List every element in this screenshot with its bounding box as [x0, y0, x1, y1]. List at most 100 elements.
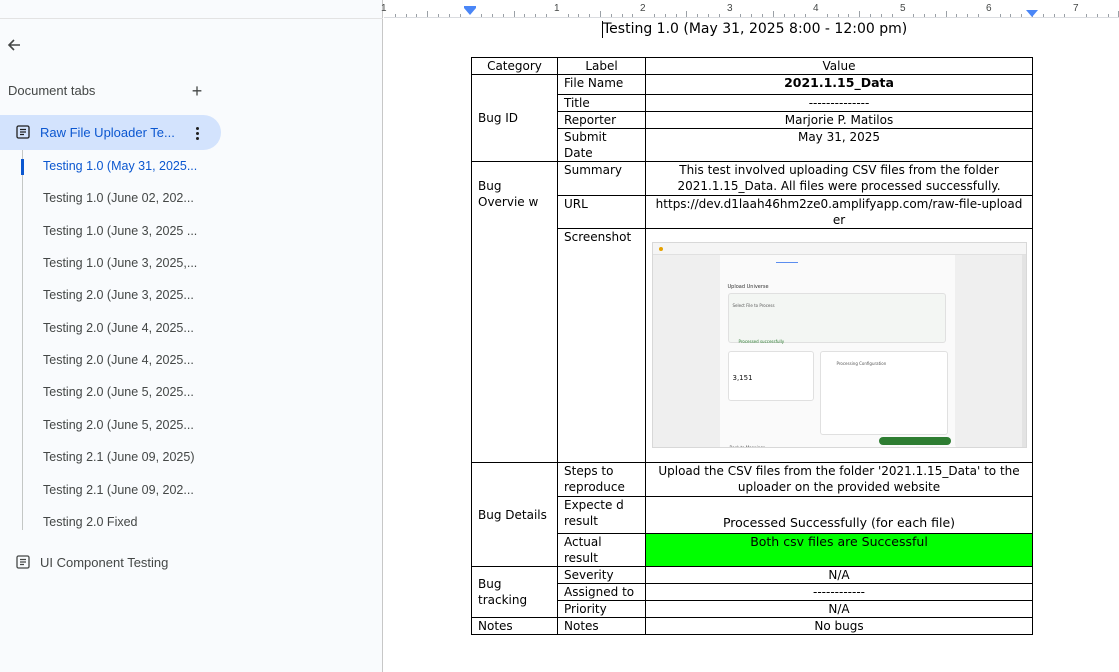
label-file-name[interactable]: File Name	[557, 74, 646, 95]
add-tab-plus-icon[interactable]: +	[188, 82, 206, 100]
document-heading[interactable]: Testing 1.0 (May 31, 2025 8:00 - 12:00 p…	[603, 21, 907, 37]
ruler-tick	[740, 14, 742, 17]
label-expected[interactable]: Expecte d result	[557, 496, 646, 534]
label-reporter[interactable]: Reporter	[557, 111, 646, 129]
category-bug-details[interactable]: Bug Details	[471, 462, 558, 567]
header-value[interactable]: Value	[645, 57, 1033, 75]
value-expected[interactable]: Processed Successfully (for each file)	[645, 496, 1033, 534]
bug-report-table[interactable]: Category Label Value Bug ID File Name 20…	[471, 57, 1033, 635]
ruler-number: 6	[986, 3, 992, 14]
label-steps[interactable]: Steps to reproduce	[557, 462, 646, 497]
value-steps[interactable]: Upload the CSV files from the folder '20…	[645, 462, 1033, 497]
value-notes[interactable]: No bugs	[645, 617, 1033, 635]
embedded-screenshot-image[interactable]: Upload Universe Select File to Process P…	[651, 242, 1027, 448]
ruler-tick	[589, 14, 591, 17]
ruler-tick	[1010, 14, 1012, 17]
ruler-tick	[762, 14, 763, 17]
screenshot-topbar	[652, 243, 1026, 255]
subtab-item[interactable]: Testing 2.0 (June 5, 2025...	[43, 385, 194, 399]
ruler-tick	[848, 14, 850, 17]
label-title[interactable]: Title	[557, 94, 646, 112]
subtab-item[interactable]: Testing 1.0 (June 3, 2025 ...	[43, 224, 197, 238]
right-indent-marker[interactable]	[1026, 10, 1038, 17]
ruler-tick	[1086, 14, 1087, 17]
value-reporter[interactable]: Marjorie P. Matilos	[645, 111, 1033, 129]
subtab-item[interactable]: Testing 1.0 (June 02, 202...	[43, 191, 194, 205]
ruler-tick	[1064, 14, 1066, 17]
ruler-tick	[1107, 14, 1109, 17]
subtab-item[interactable]: Testing 2.0 (June 4, 2025...	[43, 353, 194, 367]
label-notes[interactable]: Notes	[557, 617, 646, 635]
document-icon	[16, 555, 30, 574]
label-screenshot[interactable]: Screenshot	[557, 228, 646, 463]
ruler-number: 2	[640, 3, 646, 14]
ruler-tick	[459, 14, 461, 17]
more-options-icon[interactable]	[190, 124, 204, 142]
ruler-tick	[859, 11, 861, 17]
ruler-tick	[1096, 14, 1098, 17]
value-file-name[interactable]: 2021.1.15_Data	[645, 74, 1033, 95]
ruler-tick	[664, 14, 666, 17]
back-arrow-icon[interactable]	[3, 34, 25, 56]
horizontal-ruler[interactable]: 1 1 2 3 4 5 6 7	[381, 0, 1119, 18]
ruler-tick	[546, 14, 547, 17]
ruler-tick	[837, 14, 839, 17]
category-notes[interactable]: Notes	[471, 617, 558, 635]
label-submit-date[interactable]: Submit Date	[557, 128, 646, 162]
value-summary[interactable]: This test involved uploading CSV files f…	[645, 161, 1033, 196]
ruler-tick	[654, 14, 655, 17]
subtab-item[interactable]: Testing 1.0 (May 31, 2025...	[43, 159, 197, 173]
header-category[interactable]: Category	[471, 57, 558, 75]
subtab-item[interactable]: Testing 1.0 (June 3, 2025,...	[43, 256, 197, 270]
label-priority[interactable]: Priority	[557, 600, 646, 618]
category-bug-id[interactable]: Bug ID	[471, 74, 558, 162]
label-severity[interactable]: Severity	[557, 566, 646, 584]
value-severity[interactable]: N/A	[645, 566, 1033, 584]
value-assigned[interactable]: ------------	[645, 583, 1033, 601]
tab-label: Raw File Uploader Te...	[40, 125, 175, 140]
value-actual[interactable]: Both csv files are Successful	[645, 533, 1033, 567]
left-indent-marker[interactable]	[464, 8, 476, 15]
ruler-tick	[621, 14, 623, 17]
ruler-tick	[934, 14, 936, 17]
subtab-item[interactable]: Testing 2.1 (June 09, 202...	[43, 483, 194, 497]
ruler-number: 4	[813, 3, 819, 14]
value-title[interactable]: --------------	[645, 94, 1033, 112]
tab-raw-file-uploader[interactable]: Raw File Uploader Te...	[0, 115, 221, 150]
screenshot-select-card: Select File to Process Processed success…	[727, 293, 946, 344]
value-submit-date[interactable]: May 31, 2025	[645, 128, 1033, 162]
subtab-item[interactable]: Testing 2.1 (June 09, 2025)	[43, 450, 195, 464]
subtab-item[interactable]: Testing 2.0 (June 3, 2025...	[43, 288, 194, 302]
tab-ui-component-testing[interactable]: UI Component Testing	[0, 551, 221, 573]
active-subtab-indicator	[21, 159, 24, 175]
ruler-tick	[513, 11, 515, 17]
subtab-item[interactable]: Testing 2.0 Fixed	[43, 515, 138, 529]
category-bug-overview[interactable]: Bug Overvie w	[471, 161, 558, 463]
value-priority[interactable]: N/A	[645, 600, 1033, 618]
subtab-item[interactable]: Testing 2.0 (June 4, 2025...	[43, 321, 194, 335]
subtab-item[interactable]: Testing 2.0 (June 5, 2025...	[43, 418, 194, 432]
label-actual[interactable]: Actual result	[557, 533, 646, 567]
value-screenshot[interactable]: Upload Universe Select File to Process P…	[645, 228, 1033, 463]
subtabs-guide-line	[22, 150, 23, 530]
ruler-tick	[610, 14, 612, 17]
ruler-tick	[481, 14, 483, 17]
label-assigned[interactable]: Assigned to	[557, 583, 646, 601]
label-summary[interactable]: Summary	[557, 161, 646, 196]
ruler-tick	[880, 14, 882, 17]
screenshot-back-link: Back to Mappings	[729, 445, 766, 448]
value-url[interactable]: https://dev.d1laah46hm2ze0.amplifyapp.co…	[645, 195, 1033, 229]
ruler-number: 5	[900, 3, 906, 14]
ruler-tick	[600, 11, 601, 17]
label-url[interactable]: URL	[557, 195, 646, 229]
header-label[interactable]: Label	[557, 57, 646, 75]
ruler-tick	[805, 14, 807, 17]
ruler-tick	[956, 14, 958, 17]
ruler-tick	[826, 14, 828, 17]
ruler-tick	[772, 11, 774, 17]
ruler-tick	[794, 14, 796, 17]
category-bug-tracking[interactable]: Bug tracking	[471, 566, 558, 618]
ruler-tick	[632, 14, 634, 17]
screenshot-count: 3,151	[732, 374, 753, 382]
ruler-tick	[492, 14, 493, 17]
